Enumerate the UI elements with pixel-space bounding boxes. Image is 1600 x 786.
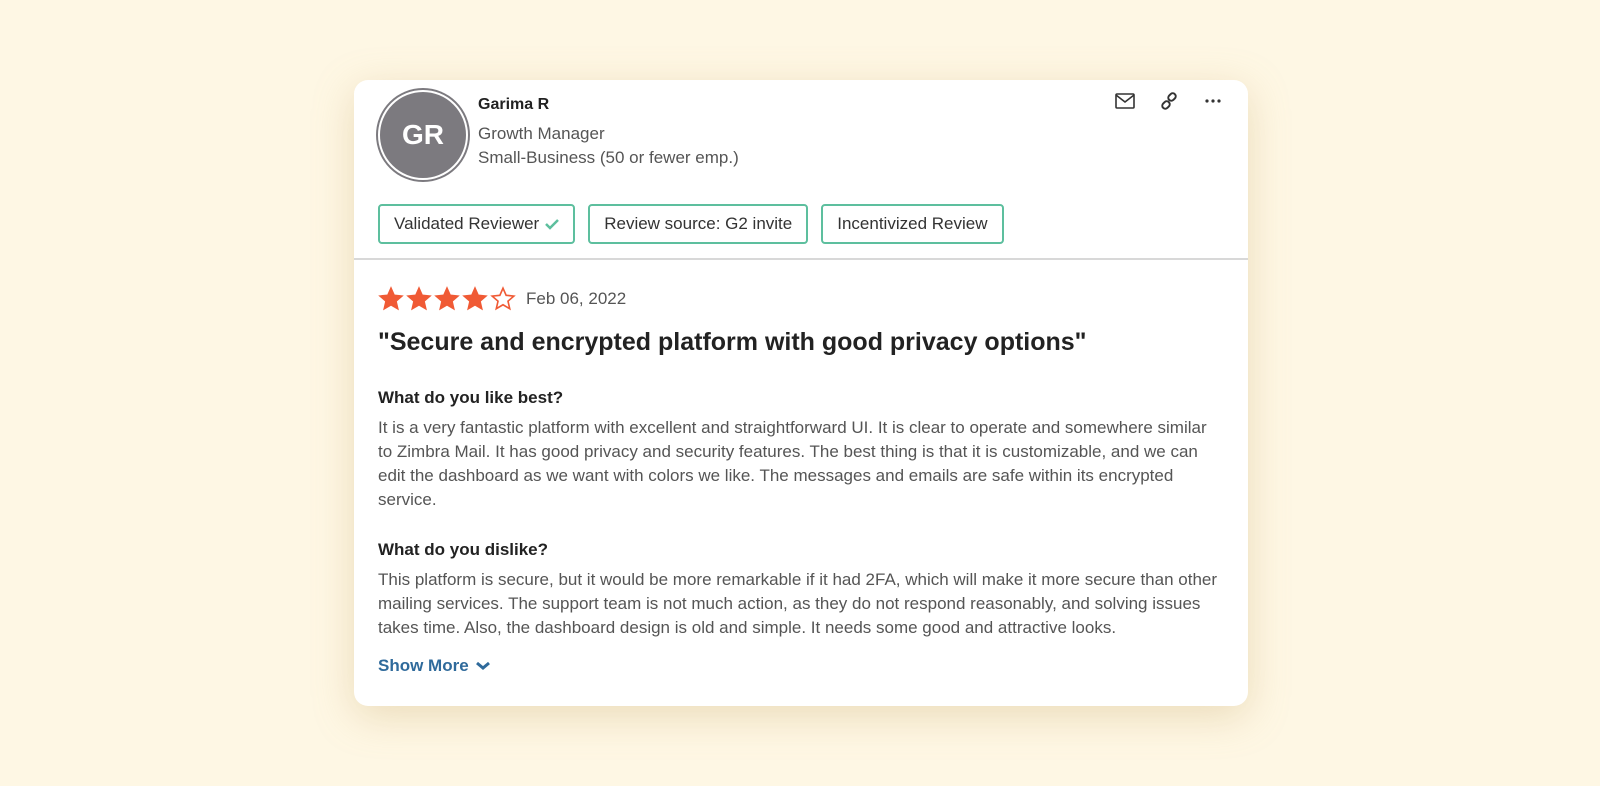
- answer-dislike: This platform is secure, but it would be…: [378, 570, 1218, 637]
- show-more-label: Show More: [378, 656, 469, 675]
- review-title[interactable]: "Secure and encrypted platform with good…: [378, 328, 1087, 357]
- review-actions: [1114, 90, 1224, 112]
- star-filled-icon: [378, 286, 404, 311]
- reviewer-name[interactable]: Garima R: [478, 96, 549, 114]
- review-card: GR Garima R Growth Manager Small-Busines…: [354, 80, 1248, 706]
- star-filled-icon: [462, 286, 488, 311]
- badge-review-source[interactable]: Review source: G2 invite: [588, 204, 809, 244]
- star-filled-icon: [434, 286, 460, 311]
- more-icon[interactable]: [1202, 90, 1224, 112]
- mail-icon[interactable]: [1114, 90, 1136, 112]
- badges: Validated Reviewer Review source: G2 inv…: [378, 204, 1004, 244]
- badge-label: Incentivized Review: [837, 214, 988, 233]
- chevron-down-icon: [475, 661, 490, 670]
- avatar: GR: [378, 90, 468, 180]
- star-filled-icon: [406, 286, 432, 311]
- star-empty-icon: [490, 286, 516, 311]
- reviewer-role: Growth Manager: [478, 124, 605, 143]
- badge-incentivized[interactable]: Incentivized Review: [821, 204, 1004, 244]
- star-rating: Feb 06, 2022: [378, 286, 626, 312]
- review-date: Feb 06, 2022: [526, 289, 627, 308]
- show-more-button[interactable]: Show More: [378, 656, 491, 676]
- reviewer-segment: Small-Business (50 or fewer emp.): [478, 148, 739, 167]
- question-like: What do you like best?: [378, 388, 564, 407]
- stars: [378, 286, 516, 312]
- badge-validated-reviewer[interactable]: Validated Reviewer: [378, 204, 576, 244]
- badge-label: Validated Reviewer: [394, 214, 540, 233]
- link-icon[interactable]: [1158, 90, 1180, 112]
- badge-label: Review source: G2 invite: [604, 214, 793, 233]
- check-icon: [545, 219, 560, 230]
- question-dislike: What do you dislike?: [378, 540, 549, 559]
- avatar-initials: GR: [402, 119, 444, 150]
- divider: [354, 258, 1248, 260]
- answer-like: It is a very fantastic platform with exc…: [378, 418, 1207, 509]
